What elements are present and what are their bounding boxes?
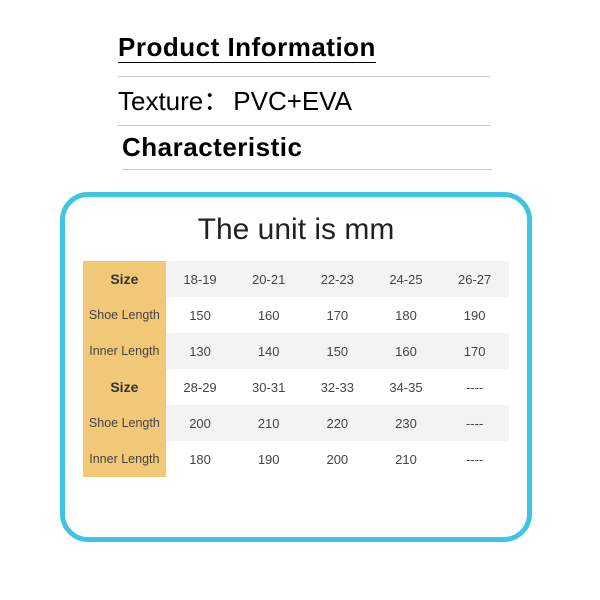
table-cell: 34-35 (372, 369, 441, 405)
size-table: Size18-1920-2122-2324-2526-27Shoe Length… (83, 261, 509, 477)
table-cell: 30-31 (234, 369, 303, 405)
table-cell: 170 (303, 297, 372, 333)
texture-label: Texture： (118, 81, 229, 118)
header-characteristic-line: Characteristic (122, 132, 492, 170)
size-card: The unit is mm Size18-1920-2122-2324-252… (60, 192, 532, 542)
table-cell: ---- (440, 369, 509, 405)
table-cell: 26-27 (440, 261, 509, 297)
table-cell: 130 (166, 333, 235, 369)
row-header: Shoe Length (83, 297, 166, 333)
table-cell: 160 (372, 333, 441, 369)
table-cell: 200 (303, 441, 372, 477)
header-title-line: Product Information (118, 32, 490, 77)
table-cell: 210 (234, 405, 303, 441)
table-row: Shoe Length150160170180190 (83, 297, 509, 333)
table-cell: 140 (234, 333, 303, 369)
header-title: Product Information (118, 32, 376, 63)
table-row: Inner Length130140150160170 (83, 333, 509, 369)
table-cell: 160 (234, 297, 303, 333)
characteristic-label: Characteristic (122, 132, 302, 162)
table-cell: 22-23 (303, 261, 372, 297)
table-cell: ---- (440, 441, 509, 477)
table-cell: 28-29 (166, 369, 235, 405)
table-cell: 180 (166, 441, 235, 477)
table-row: Size28-2930-3132-3334-35---- (83, 369, 509, 405)
table-cell: 200 (166, 405, 235, 441)
table-cell: 170 (440, 333, 509, 369)
row-header: Inner Length (83, 333, 166, 369)
table-cell: 230 (372, 405, 441, 441)
row-header: Size (83, 369, 166, 405)
row-header: Inner Length (83, 441, 166, 477)
table-cell: 220 (303, 405, 372, 441)
row-header: Shoe Length (83, 405, 166, 441)
table-cell: 24-25 (372, 261, 441, 297)
header-texture-line: Texture： PVC+EVA (118, 81, 490, 126)
table-cell: 18-19 (166, 261, 235, 297)
table-cell: 190 (234, 441, 303, 477)
card-title: The unit is mm (83, 213, 509, 247)
table-row: Size18-1920-2122-2324-2526-27 (83, 261, 509, 297)
table-cell: 180 (372, 297, 441, 333)
table-row: Inner Length180190200210---- (83, 441, 509, 477)
table-cell: 20-21 (234, 261, 303, 297)
table-cell: 150 (303, 333, 372, 369)
table-cell: 32-33 (303, 369, 372, 405)
table-row: Shoe Length200210220230---- (83, 405, 509, 441)
table-cell: ---- (440, 405, 509, 441)
table-cell: 190 (440, 297, 509, 333)
row-header: Size (83, 261, 166, 297)
texture-value: PVC+EVA (233, 86, 352, 117)
table-cell: 210 (372, 441, 441, 477)
table-cell: 150 (166, 297, 235, 333)
header-block: Product Information Texture： PVC+EVA (118, 32, 490, 130)
